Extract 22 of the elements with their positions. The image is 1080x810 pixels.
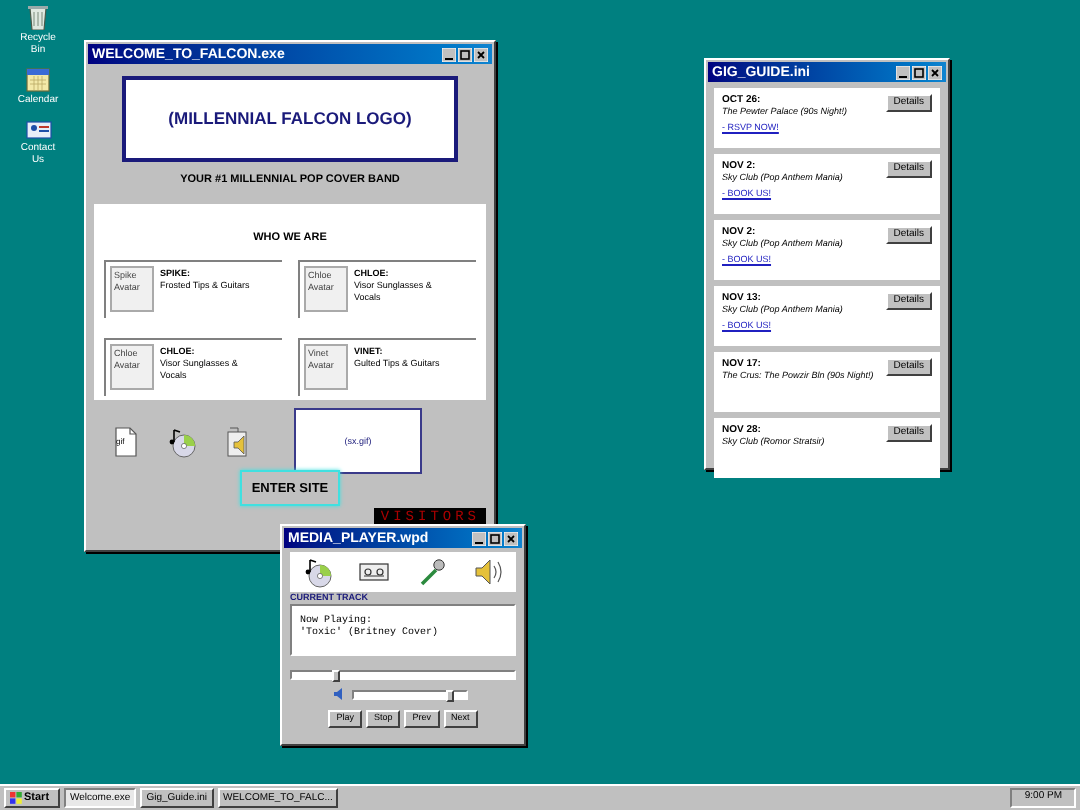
calendar-icon[interactable]	[26, 68, 50, 92]
microphone-icon[interactable]	[415, 556, 448, 588]
maximize-icon[interactable]	[912, 65, 926, 79]
speaker-icon[interactable]	[471, 556, 504, 588]
slider-thumb[interactable]	[332, 670, 341, 682]
logo-text: (MILLENNIAL FALCON LOGO)	[168, 106, 412, 132]
close-icon[interactable]	[504, 531, 518, 545]
minimize-icon[interactable]	[472, 531, 486, 545]
recycle-bin-icon[interactable]	[26, 4, 50, 30]
windows-logo-icon	[10, 792, 22, 804]
speaker-icon	[334, 688, 346, 700]
close-icon[interactable]	[474, 47, 488, 61]
minimize-icon[interactable]	[896, 65, 910, 79]
file-icon[interactable]	[110, 425, 142, 458]
close-icon[interactable]	[928, 65, 942, 79]
music-cd-icon[interactable]	[166, 425, 198, 458]
slider-thumb[interactable]	[445, 689, 454, 701]
maximize-icon[interactable]	[488, 531, 502, 545]
minimize-icon[interactable]	[442, 47, 456, 61]
music-cd-icon[interactable]	[302, 556, 335, 588]
maximize-icon[interactable]	[458, 47, 472, 61]
address-card-icon[interactable]	[25, 118, 51, 140]
